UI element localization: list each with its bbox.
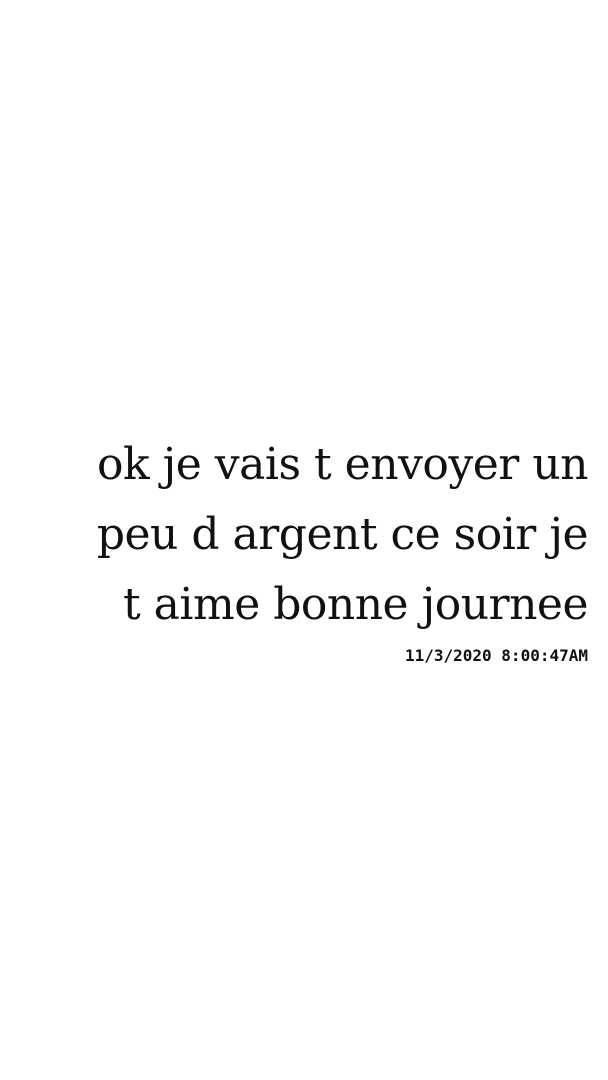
page: { "message": { "lines": [ "ok je vais t … [0, 0, 608, 1080]
message-line-2: peu d argent ce soir je [96, 509, 589, 560]
message-block: ok je vais t envoyer un peu d argent ce … [20, 430, 589, 666]
message-line-3: t aime bonne journee [123, 579, 589, 630]
message-line-1: ok je vais t envoyer un [96, 439, 589, 490]
timestamp: 11/3/2020 8:00:47AM [404, 646, 588, 665]
